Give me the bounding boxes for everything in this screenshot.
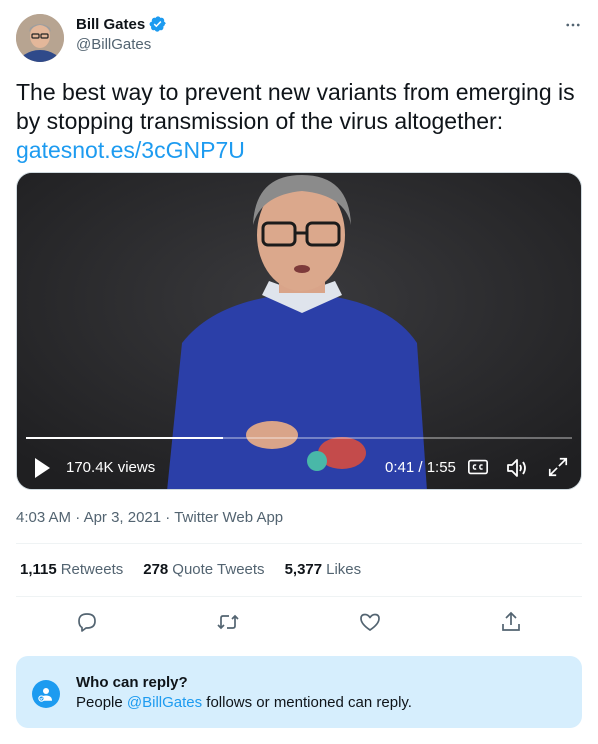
reply-restriction-suffix: follows or mentioned can reply. [202, 694, 412, 711]
reply-restriction-box: Who can reply? People @BillGates follows… [16, 656, 582, 728]
more-horizontal-icon [566, 23, 580, 27]
closed-captions-icon [468, 459, 488, 475]
captions-button[interactable] [467, 456, 489, 478]
author-handle[interactable]: @BillGates [76, 36, 151, 53]
tweet-source[interactable]: Twitter Web App [174, 509, 283, 526]
video-player[interactable]: 170.4K views 0:41 / 1:55 [16, 172, 582, 490]
reply-button[interactable] [75, 610, 99, 634]
author-name-row[interactable]: Bill Gates [76, 15, 167, 33]
retweets-stat[interactable]: 1,115 Retweets [20, 561, 123, 578]
quote-tweets-count: 278 [143, 561, 169, 578]
video-time: 0:41 / 1:55 [385, 459, 456, 476]
reply-restriction-icon [32, 680, 60, 708]
fullscreen-icon [548, 457, 568, 477]
retweets-label: Retweets [60, 561, 124, 578]
like-icon [360, 613, 380, 631]
more-options-button[interactable] [562, 14, 584, 36]
author-avatar[interactable] [16, 14, 64, 62]
video-progress-fill [26, 437, 223, 439]
volume-icon [507, 459, 526, 477]
reply-icon [78, 613, 96, 632]
reply-restriction-text: People @BillGates follows or mentioned c… [76, 694, 412, 711]
quote-tweets-stat[interactable]: 278 Quote Tweets [143, 561, 264, 578]
play-button[interactable] [32, 456, 52, 480]
tweet-time[interactable]: 4:03 AM [16, 509, 71, 526]
share-button[interactable] [499, 610, 523, 634]
reply-restriction-mention[interactable]: @BillGates [127, 694, 202, 711]
share-icon [502, 611, 520, 631]
volume-button[interactable] [505, 456, 529, 480]
reply-restriction-title: Who can reply? [76, 674, 188, 691]
likes-count: 5,377 [284, 561, 323, 578]
retweet-button[interactable] [216, 610, 240, 634]
divider [16, 596, 582, 597]
tweet-stats: 1,115 Retweets 278 Quote Tweets 5,377 Likes [20, 561, 361, 578]
retweets-count: 1,115 [20, 561, 57, 578]
tweet-date[interactable]: Apr 3, 2021 [84, 509, 162, 526]
tweet-link[interactable]: gatesnot.es/3cGNP7U [16, 136, 582, 165]
quote-tweets-label: Quote Tweets [172, 561, 265, 578]
video-controls: 170.4K views 0:41 / 1:55 [17, 453, 581, 483]
play-icon [35, 458, 50, 478]
video-views: 170.4K views [66, 459, 156, 476]
divider [16, 543, 582, 544]
likes-stat[interactable]: 5,377 Likes [285, 561, 362, 578]
fullscreen-button[interactable] [547, 456, 569, 478]
tweet-meta: 4:03 AM · Apr 3, 2021 · Twitter Web App [16, 509, 283, 526]
retweet-icon [217, 614, 239, 630]
meta-separator: · [161, 509, 175, 526]
video-progress-bar[interactable] [26, 437, 572, 439]
reply-restriction-prefix: People [76, 694, 127, 711]
author-name[interactable]: Bill Gates [76, 16, 145, 33]
like-button[interactable] [358, 610, 382, 634]
likes-label: Likes [326, 561, 362, 578]
tweet-actions [16, 606, 582, 636]
meta-separator: · [71, 509, 84, 526]
tweet-text: The best way to prevent new variants fro… [16, 78, 582, 165]
tweet-body: The best way to prevent new variants fro… [16, 79, 575, 134]
verified-badge-icon [149, 15, 167, 33]
video-frame [17, 173, 581, 489]
